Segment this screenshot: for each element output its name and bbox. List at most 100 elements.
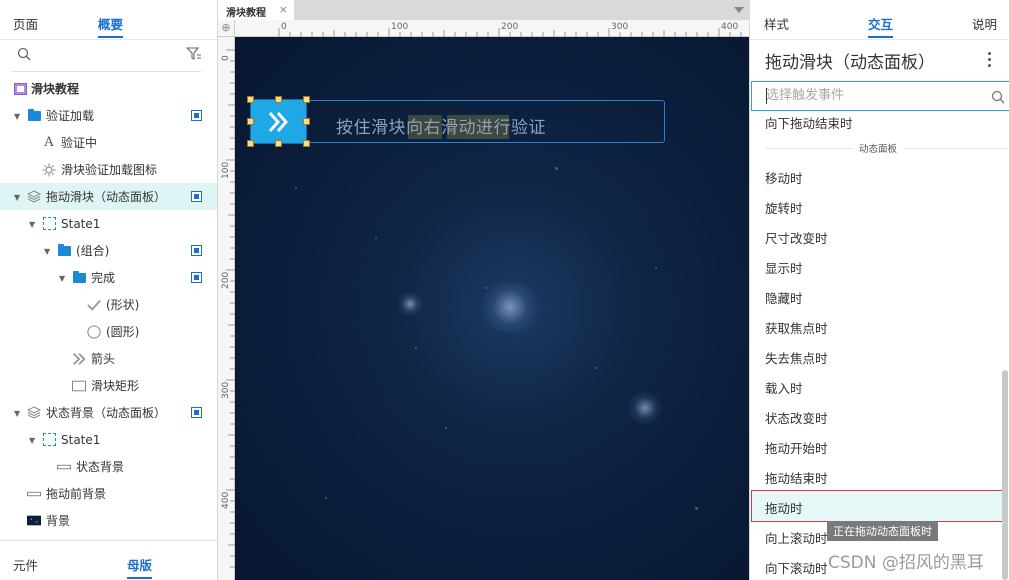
more-options-icon[interactable] (988, 52, 992, 68)
tree-item-dynamic-panel[interactable]: ▼ 拖动滑块（动态面板） (0, 183, 217, 210)
event-search-field[interactable] (751, 81, 1009, 111)
tab-interactions[interactable]: 交互 (868, 14, 894, 38)
canvas-area: 滑块教程 × ⊕ 0 100 200 300 400 0 100 200 300… (218, 0, 749, 580)
tree-item-page[interactable]: 滑块教程 (0, 75, 217, 102)
star (295, 187, 297, 189)
loading-gear-icon (42, 163, 56, 177)
resize-handle[interactable] (303, 96, 310, 103)
tree-item-label: 验证加载 (46, 109, 95, 123)
tab-outline[interactable]: 概要 (98, 14, 124, 38)
resize-handle[interactable] (247, 118, 254, 125)
visibility-toggle[interactable] (191, 407, 202, 418)
slider-handle-button[interactable] (250, 99, 307, 144)
expand-arrow-icon[interactable]: ▼ (29, 436, 37, 445)
tab-widgets[interactable]: 元件 (13, 555, 38, 574)
tree-item-shape[interactable]: (圆形) (0, 318, 217, 345)
event-item-selected[interactable]: 拖动时 (765, 498, 803, 517)
tab-pages[interactable]: 页面 (13, 14, 38, 36)
resize-handle[interactable] (275, 140, 282, 147)
tree-item-shape[interactable]: (形状) (0, 291, 217, 318)
event-item[interactable]: 失去焦点时 (765, 348, 828, 367)
resize-handle[interactable] (247, 140, 254, 147)
event-item[interactable]: 拖动开始时 (765, 438, 828, 457)
ruler-label: 0 (281, 22, 287, 32)
expand-arrow-icon[interactable]: ▼ (14, 409, 22, 418)
event-item[interactable]: 状态改变时 (765, 408, 828, 427)
event-item[interactable]: 隐藏时 (765, 288, 803, 307)
visibility-toggle[interactable] (191, 272, 202, 283)
event-item[interactable]: 向下拖动结束时 (765, 113, 853, 132)
tab-masters[interactable]: 母版 (127, 555, 153, 579)
tree-item-image[interactable]: 滑块验证加载图标 (0, 156, 217, 183)
event-item[interactable]: 尺寸改变时 (765, 228, 828, 247)
event-group-header: 动态面板 (750, 141, 1009, 155)
visibility-toggle[interactable] (191, 110, 202, 121)
resize-handle[interactable] (275, 96, 282, 103)
document-tab[interactable]: 滑块教程 × (218, 0, 294, 20)
tree-item-text[interactable]: A 验证中 (0, 129, 217, 156)
tab-notes[interactable]: 说明 (972, 14, 997, 33)
ruler-label: 400 (221, 491, 231, 509)
expand-arrow-icon[interactable]: ▼ (29, 220, 37, 229)
design-canvas[interactable]: 按住滑块向右滑动进行验证 (235, 37, 749, 580)
rectangle-icon (72, 379, 86, 393)
expand-arrow-icon[interactable]: ▼ (14, 193, 22, 202)
tree-item-state[interactable]: ▼ State1 (0, 426, 217, 453)
horizontal-ruler: 0 100 200 300 400 (235, 20, 749, 37)
tree-item-dynamic-panel[interactable]: ▼ 状态背景（动态面板） (0, 399, 217, 426)
tree-item-shape[interactable]: 状态背景 (0, 453, 217, 480)
circle-icon (87, 324, 101, 339)
double-chevron-icon (72, 352, 86, 366)
search-icon[interactable] (991, 90, 1005, 104)
document-tab-bar: 滑块教程 × (218, 0, 749, 20)
tree-item-image[interactable]: 背景 (0, 507, 217, 534)
filter-icon[interactable] (186, 47, 202, 61)
star (375, 237, 377, 239)
star (595, 367, 597, 369)
search-icon[interactable] (17, 47, 31, 61)
close-icon[interactable]: × (279, 3, 288, 16)
tree-item-folder[interactable]: ▼ 验证加载 (0, 102, 217, 129)
nebula-glow (625, 392, 665, 424)
tree-item-shape[interactable]: 滑块矩形 (0, 372, 217, 399)
event-item[interactable]: 显示时 (765, 258, 803, 277)
star (325, 497, 327, 499)
tab-dropdown-icon[interactable] (734, 7, 744, 13)
state-icon (42, 433, 56, 447)
expand-arrow-icon[interactable]: ▼ (59, 274, 67, 283)
tree-item-shape[interactable]: 箭头 (0, 345, 217, 372)
expand-arrow-icon[interactable]: ▼ (44, 247, 52, 256)
outline-search[interactable] (0, 40, 217, 74)
tree-item-label: 拖动前背景 (46, 487, 107, 501)
tree-item-group[interactable]: ▼ (组合) (0, 237, 217, 264)
event-item[interactable]: 旋转时 (765, 198, 803, 217)
tab-style[interactable]: 样式 (764, 14, 789, 33)
event-item[interactable]: 获取焦点时 (765, 318, 828, 337)
event-tooltip: 正在拖动动态面板时 (827, 521, 938, 541)
widget-title: 拖动滑块（动态面板） (765, 53, 935, 73)
crosshair-icon[interactable]: ⊕ (218, 20, 235, 37)
visibility-toggle[interactable] (191, 245, 202, 256)
folder-icon (57, 243, 71, 258)
scrollbar[interactable] (1002, 370, 1008, 580)
resize-handle[interactable] (303, 140, 310, 147)
expand-arrow-icon[interactable]: ▼ (14, 112, 22, 121)
event-item[interactable]: 向上滚动时 (765, 528, 828, 547)
event-item[interactable]: 移动时 (765, 168, 803, 187)
event-search-input[interactable] (766, 88, 976, 103)
tree-item-folder[interactable]: ▼ 完成 (0, 264, 217, 291)
event-item[interactable]: 载入时 (765, 378, 803, 397)
page-icon (13, 82, 27, 96)
ruler-label: 100 (391, 22, 409, 32)
visibility-toggle[interactable] (191, 191, 202, 202)
resize-handle[interactable] (247, 96, 254, 103)
left-bottom-tabs: 元件 母版 (0, 540, 217, 580)
tree-item-state[interactable]: ▼ State1 (0, 210, 217, 237)
resize-handle[interactable] (303, 118, 310, 125)
right-tab-bar: 样式 交互 说明 (750, 0, 1009, 40)
star (695, 507, 698, 510)
tree-item-shape[interactable]: 拖动前背景 (0, 480, 217, 507)
event-item[interactable]: 向下滚动时 (765, 558, 828, 577)
event-item[interactable]: 拖动结束时 (765, 468, 828, 487)
tree-item-label: 拖动滑块（动态面板） (46, 190, 167, 204)
